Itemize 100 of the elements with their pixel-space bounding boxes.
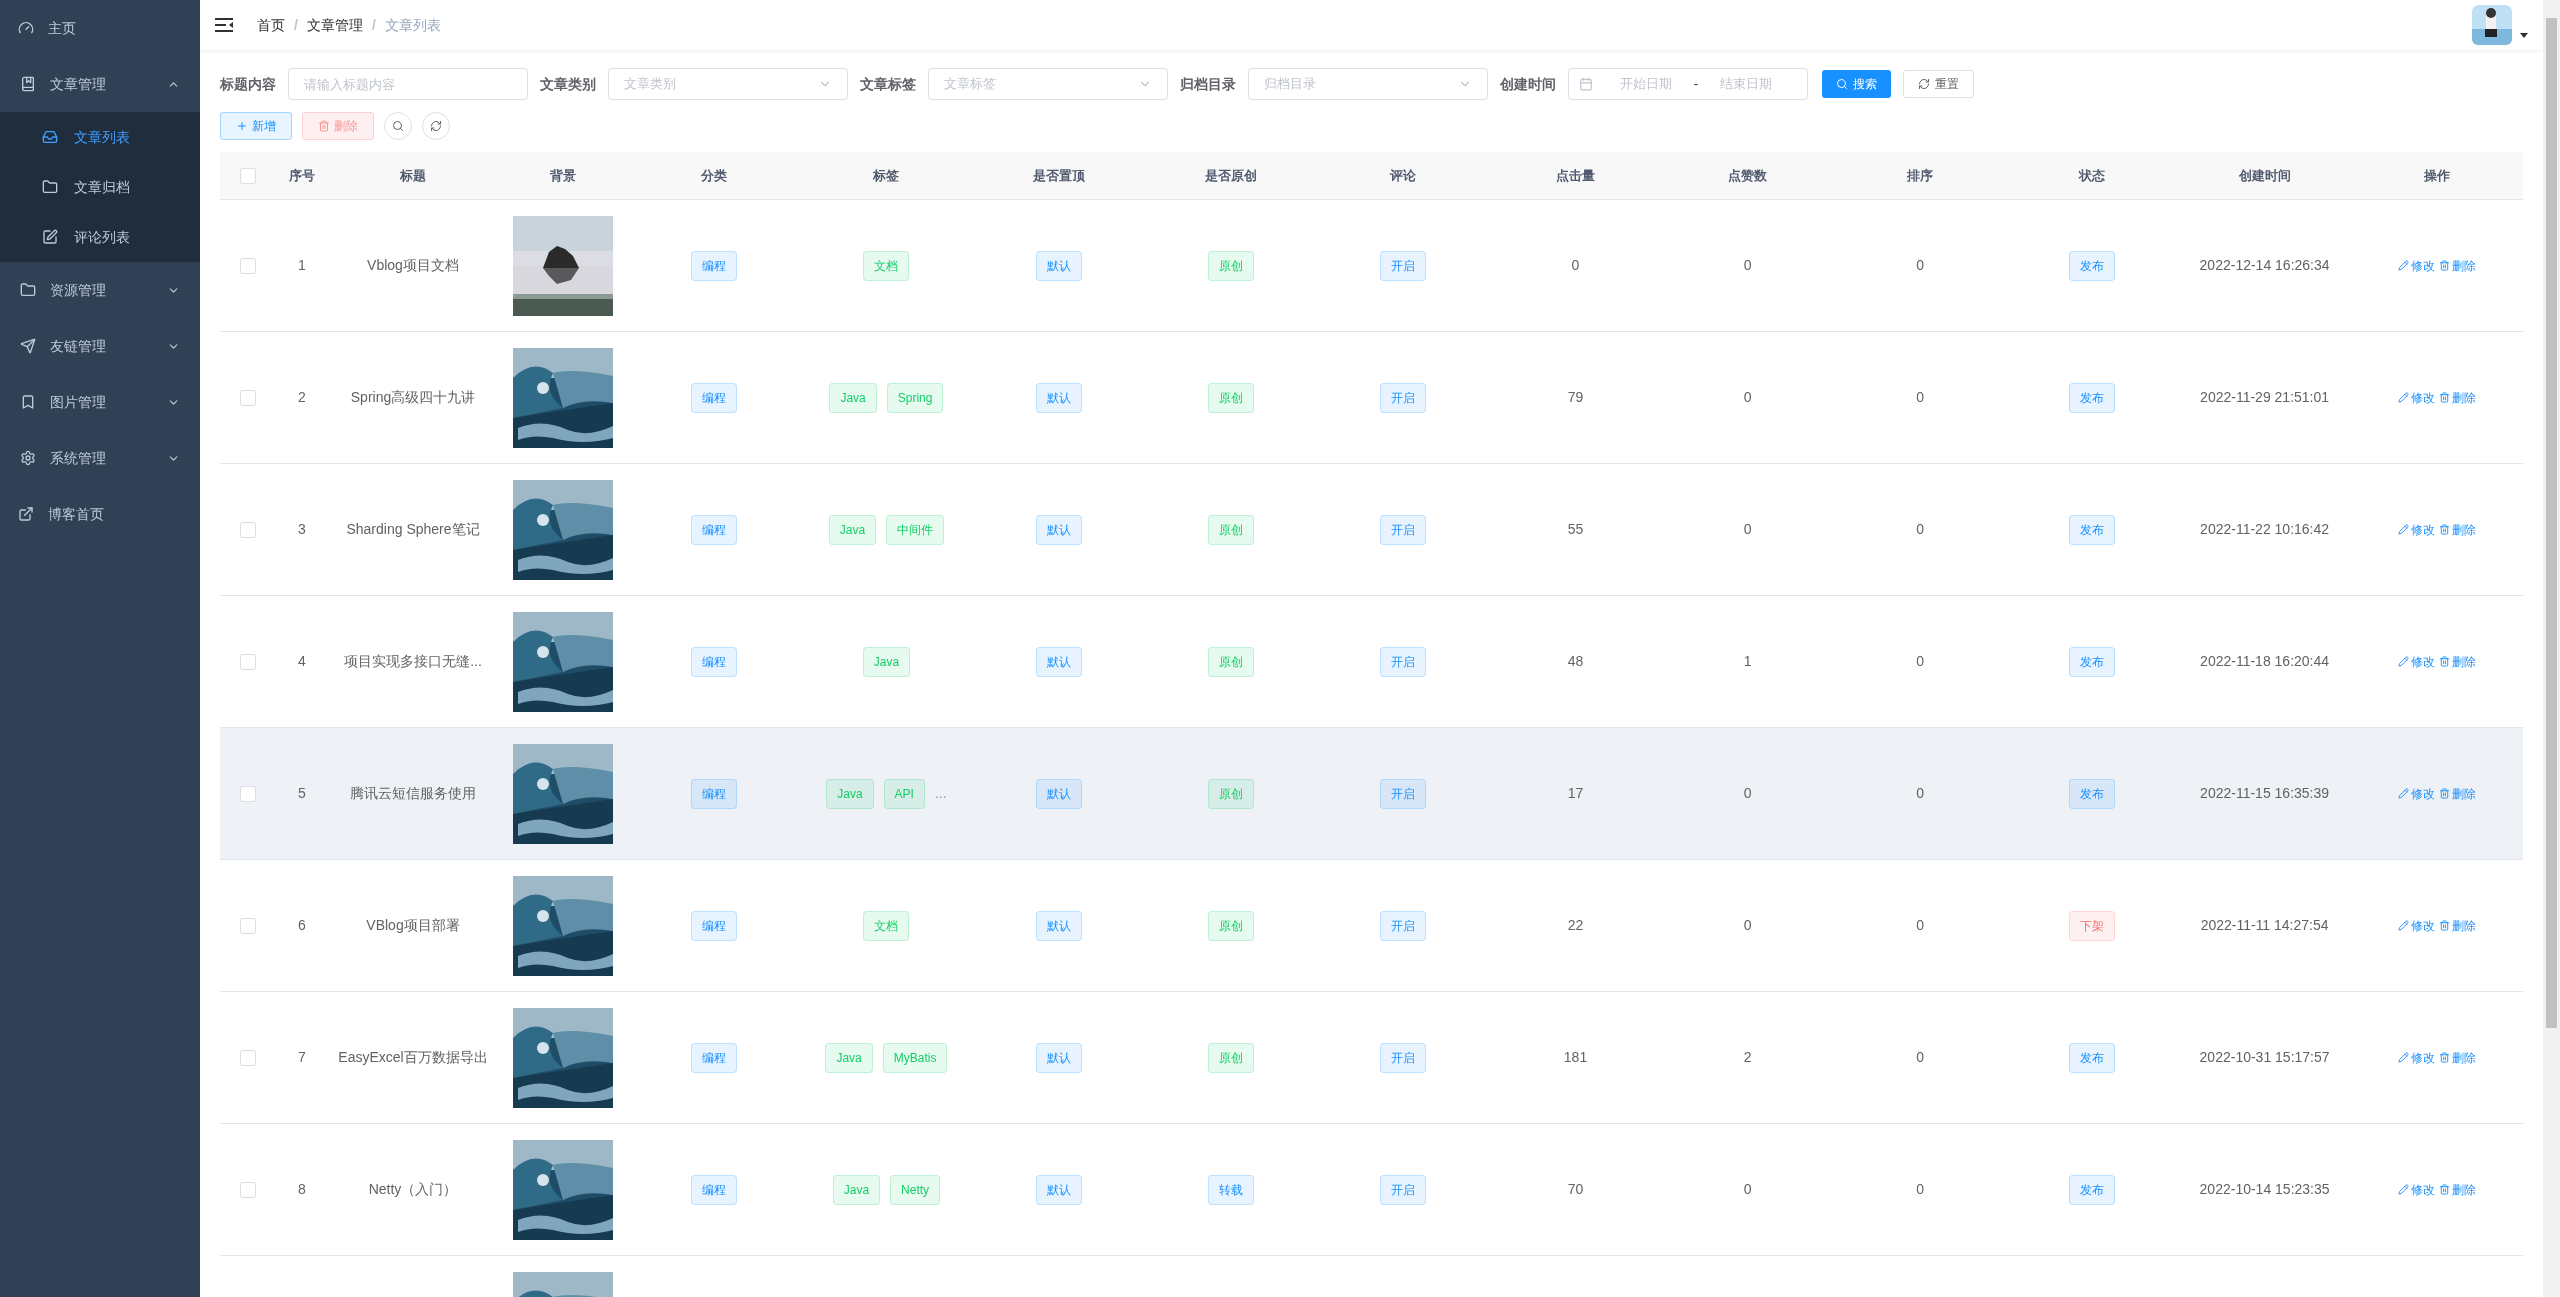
pencil-icon — [2397, 788, 2409, 799]
menu-item[interactable]: 图片管理 — [0, 374, 200, 430]
input-field[interactable]: 请输入标题内容 — [288, 68, 528, 100]
checkbox[interactable] — [240, 167, 256, 184]
breadcrumb-item[interactable]: 首页 — [257, 14, 285, 36]
table-cell-text: 0 — [1916, 388, 1924, 407]
submenu-item[interactable]: 文章列表 — [0, 112, 200, 162]
top-tag: 默认 — [1035, 778, 1082, 809]
calendar-icon — [1579, 77, 1593, 91]
status-tag: 发布 — [2069, 382, 2116, 413]
tag: Java — [832, 1174, 881, 1205]
table-cell-text: 0 — [1743, 916, 1752, 935]
checkbox[interactable] — [240, 785, 256, 802]
column-header: 操作 — [2423, 166, 2450, 185]
plus-icon — [236, 120, 248, 132]
checkbox[interactable] — [240, 521, 256, 538]
table-cell-text: 腾讯云短信服务使用 — [350, 784, 476, 803]
tag: Java — [826, 778, 874, 809]
table-cell-text: 6 — [298, 916, 306, 935]
table-cell-text: Netty（入门） — [368, 1180, 458, 1199]
date-range-field[interactable]: 开始日期 - 结束日期 — [1568, 68, 1808, 100]
checkbox[interactable] — [240, 917, 256, 934]
checkbox[interactable] — [240, 1049, 256, 1066]
trash-icon — [318, 120, 330, 132]
breadcrumb-item[interactable]: 文章管理 — [306, 14, 363, 36]
table-cell-text: VBlog项目部署 — [366, 916, 460, 935]
edit-icon — [42, 229, 58, 245]
table-cell-text: 3 — [298, 520, 306, 539]
edit-link[interactable]: 修改 — [2397, 388, 2435, 407]
original-tag: 转载 — [1207, 1174, 1254, 1205]
select-field[interactable]: 归档目录 — [1248, 68, 1488, 100]
add-button[interactable]: 新增 — [220, 112, 292, 140]
pencil-icon — [2397, 524, 2409, 535]
tag: MyBatis — [882, 1042, 948, 1073]
edit-link[interactable]: 修改 — [2397, 916, 2435, 935]
table-cell-text: 0 — [1916, 1048, 1924, 1067]
tag: Java — [828, 514, 877, 545]
edit-link[interactable]: 修改 — [2397, 1048, 2435, 1067]
menu-item[interactable]: 系统管理 — [0, 430, 200, 486]
status-tag: 发布 — [2069, 250, 2116, 281]
delete-link[interactable]: 删除 — [2438, 652, 2476, 671]
table-cell-text: 2022-11-18 16:20:44 — [2200, 652, 2330, 671]
checkbox[interactable] — [240, 257, 256, 274]
column-header: 标签 — [873, 166, 900, 185]
send-icon — [20, 338, 36, 354]
menu-item[interactable]: 文章管理 — [0, 56, 200, 112]
menu-icon[interactable] — [215, 18, 233, 32]
tag: Java — [829, 382, 877, 413]
column-header: 排序 — [1907, 166, 1934, 185]
delete-link[interactable]: 删除 — [2438, 388, 2476, 407]
table-cell-text: Vblog项目文档 — [367, 256, 459, 275]
submenu-item[interactable]: 文章归档 — [0, 162, 200, 212]
bookmark-icon — [20, 394, 36, 410]
menu-item[interactable]: 友链管理 — [0, 318, 200, 374]
menu-item[interactable]: 主页 — [0, 0, 200, 56]
checkbox[interactable] — [240, 1181, 256, 1198]
column-header: 标题 — [400, 166, 426, 185]
delete-link[interactable]: 删除 — [2438, 256, 2476, 275]
edit-link[interactable]: 修改 — [2397, 784, 2435, 803]
menu-item[interactable]: 资源管理 — [0, 262, 200, 318]
status-tag: 发布 — [2069, 1042, 2116, 1073]
table-cell-text: 0 — [1916, 256, 1924, 275]
table-cell-text: 0 — [1743, 784, 1752, 803]
select-field[interactable]: 文章类别 — [608, 68, 848, 100]
tag: API — [883, 778, 925, 809]
top-tag: 默认 — [1035, 382, 1082, 413]
submenu-item[interactable]: 评论列表 — [0, 212, 200, 262]
menu-item[interactable]: 博客首页 — [0, 486, 200, 542]
table-cell-text: 17 — [1567, 784, 1584, 803]
checkbox[interactable] — [240, 389, 256, 406]
delete-link[interactable]: 删除 — [2438, 1180, 2476, 1199]
edit-link[interactable]: 修改 — [2397, 1180, 2435, 1199]
edit-link[interactable]: 修改 — [2397, 652, 2435, 671]
settings-icon — [20, 450, 36, 466]
search-button[interactable]: 搜索 — [1822, 70, 1891, 98]
table-cell-text: 2 — [298, 388, 306, 407]
caret-down-icon[interactable] — [2520, 32, 2528, 38]
filter-label: 创建时间 — [1500, 74, 1556, 94]
table-cell-text: 2022-11-29 21:51:01 — [2200, 388, 2330, 407]
table-cell-text: Spring高级四十九讲 — [350, 388, 476, 407]
table-cell-text: 55 — [1567, 520, 1584, 539]
category-tag: 编程 — [691, 646, 738, 677]
reset-button[interactable]: 重置 — [1903, 70, 1974, 98]
edit-link[interactable]: 修改 — [2397, 520, 2435, 539]
trash-icon — [2438, 524, 2450, 535]
delete-link[interactable]: 删除 — [2438, 916, 2476, 935]
table-cell-text: EasyExcel百万数据导出 — [338, 1048, 488, 1067]
scrollbar[interactable] — [2543, 0, 2560, 1297]
edit-link[interactable]: 修改 — [2397, 256, 2435, 275]
comment-tag: 开启 — [1380, 910, 1427, 941]
tag: 中间件 — [886, 514, 945, 545]
delete-link[interactable]: 删除 — [2438, 1048, 2476, 1067]
column-header: 评论 — [1390, 166, 1417, 185]
breadcrumb-separator: / — [371, 15, 376, 35]
delete-link[interactable]: 删除 — [2438, 520, 2476, 539]
delete-button[interactable]: 删除 — [302, 112, 374, 140]
original-tag: 原创 — [1207, 646, 1254, 677]
checkbox[interactable] — [240, 653, 256, 670]
select-field[interactable]: 文章标签 — [928, 68, 1168, 100]
delete-link[interactable]: 删除 — [2438, 784, 2476, 803]
